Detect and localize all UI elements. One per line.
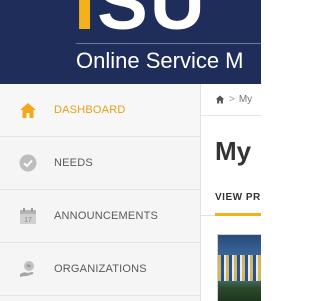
check-circle-icon xyxy=(18,153,38,173)
breadcrumb: > My xyxy=(201,84,261,116)
sidebar-item-label: ORGANIZATIONS xyxy=(54,263,147,275)
sidebar-item-label: NEEDS xyxy=(54,157,93,169)
sidebar-item-dashboard[interactable]: DASHBOARD xyxy=(0,84,200,137)
home-icon xyxy=(18,100,38,120)
sidebar-item-label: ANNOUNCEMENTS xyxy=(54,210,159,222)
tab-view-profile[interactable]: VIEW PR xyxy=(215,192,261,203)
sidebar: DASHBOARD NEEDS 17 ANNOUNCEMENTS ORGANIZ… xyxy=(0,84,201,301)
breadcrumb-current[interactable]: My xyxy=(239,94,252,105)
svg-text:17: 17 xyxy=(24,217,32,224)
logo-subtitle: Online Service M xyxy=(76,48,244,73)
home-icon[interactable] xyxy=(215,91,225,109)
page-title: My xyxy=(215,136,252,166)
stadium-photo[interactable] xyxy=(217,234,261,301)
calendar-icon: 17 xyxy=(18,206,38,226)
app-root: ISU Online Service M DASHBOARD NEEDS 17 … xyxy=(0,0,261,301)
tab-bar: VIEW PR xyxy=(201,182,261,216)
globe-hand-icon xyxy=(18,259,38,279)
site-logo[interactable]: ISU xyxy=(74,0,207,42)
sidebar-item-announcements[interactable]: 17 ANNOUNCEMENTS xyxy=(0,190,200,243)
sidebar-item-label: DASHBOARD xyxy=(54,104,126,116)
site-header: ISU Online Service M xyxy=(0,0,261,84)
sidebar-item-needs[interactable]: NEEDS xyxy=(0,137,200,190)
crowd-image-detail xyxy=(218,255,261,281)
active-tab-indicator xyxy=(215,213,261,216)
logo-divider xyxy=(76,43,261,44)
main-content: > My My VIEW PR xyxy=(201,84,261,301)
sidebar-item-organizations[interactable]: ORGANIZATIONS xyxy=(0,243,200,296)
breadcrumb-separator: > xyxy=(229,94,235,105)
